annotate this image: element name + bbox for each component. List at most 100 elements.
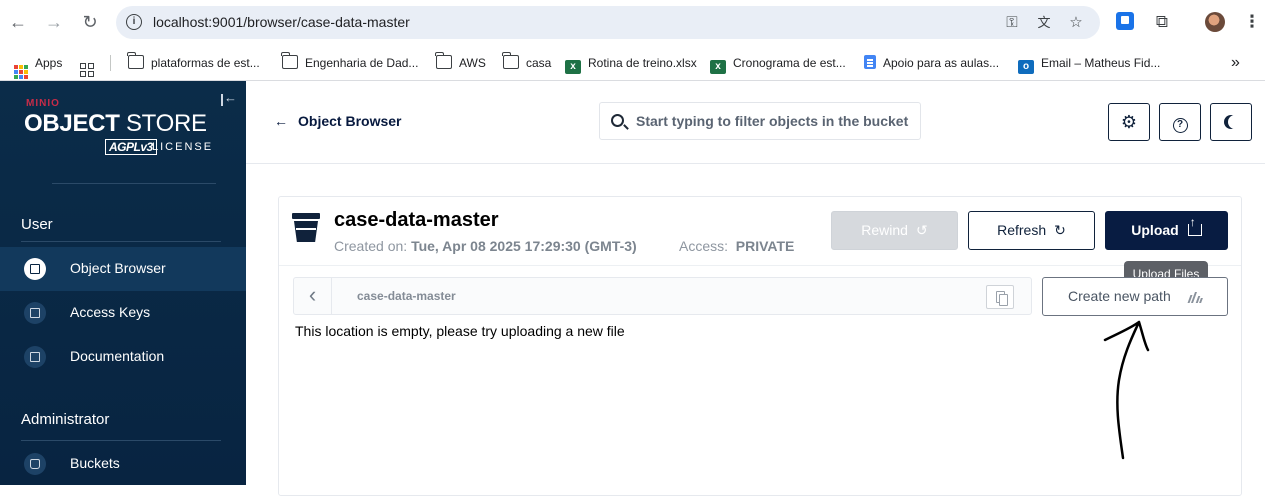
bookmark-star-icon[interactable]: ☆: [1066, 13, 1086, 33]
bookmark-file[interactable]: o Email – Matheus Fid...: [1018, 53, 1161, 74]
bookmark-folder[interactable]: casa: [502, 52, 552, 73]
access-label: Access:: [679, 238, 729, 254]
back-to-object-browser[interactable]: ← Object Browser: [274, 113, 401, 129]
bookmark-file[interactable]: x Cronograma de est...: [710, 53, 846, 74]
upload-icon: [1187, 216, 1202, 236]
bookmark-tab-groups[interactable]: [80, 53, 101, 77]
back-arrow-icon: ←: [274, 113, 288, 129]
sidebar-item-label: Buckets: [70, 455, 120, 471]
sidebar-item-object-browser[interactable]: Object Browser: [0, 247, 246, 291]
agpl-badge: AGPLv3: [105, 139, 157, 155]
divider: [21, 241, 221, 242]
created-label: Created on:: [334, 238, 408, 254]
excel-icon: x: [565, 60, 581, 74]
upload-button[interactable]: Upload: [1105, 211, 1228, 250]
help-icon: ?: [1172, 118, 1188, 133]
back-link-label: Object Browser: [298, 113, 402, 129]
folder-icon: [281, 52, 298, 69]
license-label: LICENSE: [152, 141, 214, 153]
forward-arrow-icon[interactable]: →: [42, 10, 66, 34]
bucket-access: Access: PRIVATE: [679, 238, 794, 254]
bookmark-folder[interactable]: plataformas de est...: [127, 52, 260, 73]
refresh-label: Refresh: [997, 222, 1047, 238]
sidebar-item-buckets[interactable]: Buckets: [0, 442, 246, 486]
bucket-created: Created on: Tue, Apr 08 2025 17:29:30 (G…: [334, 238, 637, 254]
extension-icon[interactable]: [1116, 12, 1134, 30]
help-button[interactable]: ?: [1159, 103, 1201, 141]
moon-icon: [1228, 115, 1242, 129]
breadcrumb-path[interactable]: case-data-master: [357, 289, 456, 303]
site-info-icon[interactable]: i: [126, 14, 142, 30]
sidebar: MINIO OBJECT STORE AGPLv3 LICENSE User O…: [0, 81, 246, 485]
divider: [21, 440, 221, 441]
sidebar-item-label: Access Keys: [70, 304, 151, 320]
breadcrumb: ‹ case-data-master: [293, 277, 1032, 315]
brand-small: MINIO: [26, 98, 60, 109]
refresh-button[interactable]: Refresh ↻: [968, 211, 1095, 250]
browser-menu-icon[interactable]: ⋮: [1241, 10, 1263, 34]
apps-grid-icon: [14, 65, 28, 79]
extensions-puzzle-icon[interactable]: ⧉: [1151, 10, 1173, 34]
bookmark-file[interactable]: Apoio para as aulas...: [864, 53, 999, 73]
created-value: Tue, Apr 08 2025 17:29:30 (GMT-3): [411, 238, 637, 254]
divider: [279, 265, 1241, 266]
profile-avatar[interactable]: [1205, 12, 1225, 32]
documentation-icon: [24, 346, 46, 368]
folder-icon: [127, 52, 144, 69]
sidebar-item-documentation[interactable]: Documentation: [0, 335, 246, 379]
history-icon: ↺: [915, 222, 928, 238]
folder-icon: [435, 52, 452, 69]
collapse-sidebar-icon[interactable]: [221, 90, 237, 107]
search-input[interactable]: [636, 111, 916, 131]
bookmark-folder[interactable]: AWS: [435, 52, 486, 73]
bookmark-separator: [110, 55, 111, 71]
refresh-icon: ↻: [1054, 222, 1066, 238]
bucket-name: case-data-master: [334, 209, 499, 231]
bookmark-file[interactable]: x Rotina de treino.xlsx: [565, 53, 697, 74]
chevron-left-icon[interactable]: ‹: [294, 278, 332, 314]
bookmark-label: Cronograma de est...: [733, 56, 846, 70]
annotation-arrow: [1103, 320, 1150, 460]
url-text[interactable]: localhost:9001/browser/case-data-master: [153, 14, 410, 30]
rewind-label: Rewind: [861, 222, 908, 238]
browser-toolbar: ← → ↻ i localhost:9001/browser/case-data…: [0, 0, 1265, 45]
back-arrow-icon[interactable]: ←: [6, 10, 30, 34]
bookmarks-bar: Apps plataformas de est... Engenharia de…: [0, 45, 1265, 81]
bookmark-label: Apoio para as aulas...: [883, 56, 1000, 70]
empty-location-message: This location is empty, please try uploa…: [295, 323, 625, 339]
object-browser-icon: [24, 258, 46, 280]
bookmark-apps[interactable]: Apps: [14, 53, 63, 79]
dark-mode-button[interactable]: [1210, 103, 1252, 141]
bookmarks-overflow-icon[interactable]: »: [1231, 53, 1240, 73]
rewind-button[interactable]: Rewind ↺: [831, 211, 958, 250]
access-keys-icon: [24, 302, 46, 324]
sidebar-item-label: Documentation: [70, 348, 165, 364]
excel-icon: x: [710, 60, 726, 74]
key-icon[interactable]: ⚿: [1002, 13, 1022, 33]
copy-path-icon[interactable]: [986, 285, 1014, 309]
brand-title-thin: STORE: [125, 110, 207, 137]
upload-label: Upload: [1131, 222, 1179, 238]
sidebar-item-label: Object Browser: [70, 260, 166, 276]
object-filter-search[interactable]: [599, 102, 921, 140]
folder-icon: [502, 52, 519, 69]
sidebar-item-access-keys[interactable]: Access Keys: [0, 291, 246, 335]
tab-groups-icon: [80, 63, 94, 77]
bookmark-label: Rotina de treino.xlsx: [588, 56, 697, 70]
bookmark-folder[interactable]: Engenharia de Dad...: [281, 52, 419, 73]
section-title-administrator: Administrator: [21, 411, 110, 428]
reload-icon[interactable]: ↻: [78, 10, 102, 34]
bookmark-label: Engenharia de Dad...: [305, 56, 419, 70]
bucket-icon: [292, 213, 320, 243]
settings-button[interactable]: ⚙: [1108, 103, 1150, 141]
bookmark-label: Email – Matheus Fid...: [1041, 56, 1161, 70]
bookmark-label: plataformas de est...: [151, 56, 260, 70]
bookmark-label: casa: [526, 56, 552, 70]
brand-title-bold: OBJECT: [24, 110, 120, 137]
gear-icon: ⚙: [1120, 112, 1138, 132]
address-bar[interactable]: i localhost:9001/browser/case-data-maste…: [116, 6, 1100, 39]
docs-icon: [864, 55, 876, 69]
bookmark-label: Apps: [35, 56, 63, 70]
minio-logo: MINIO: [26, 98, 60, 109]
translate-icon[interactable]: 文: [1034, 13, 1054, 33]
